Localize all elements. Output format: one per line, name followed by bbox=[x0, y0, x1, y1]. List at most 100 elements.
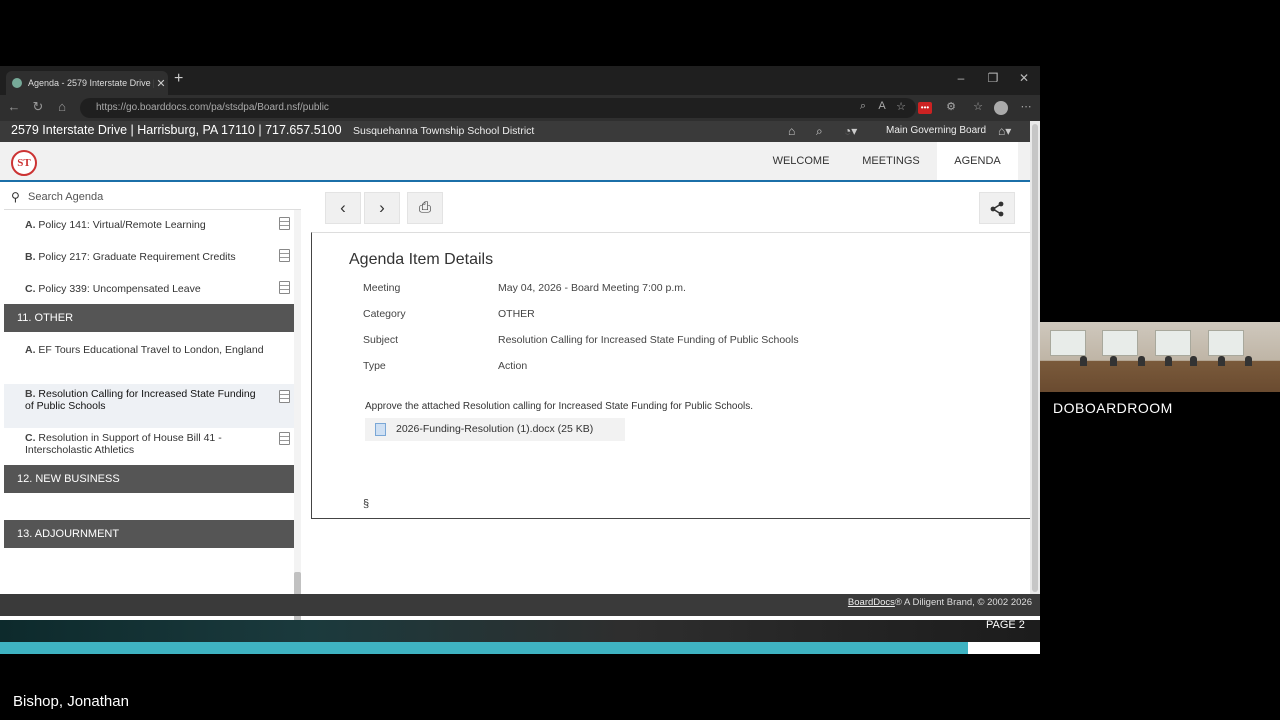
person bbox=[1138, 356, 1145, 366]
item-letter: C. bbox=[25, 432, 36, 444]
district-logo[interactable]: ST bbox=[11, 150, 37, 176]
agenda-sidebar: ⚲ Search Agenda A. Policy 141: Virtual/R… bbox=[4, 184, 301, 652]
camera-window bbox=[1050, 330, 1086, 356]
page-scrollbar-thumb[interactable] bbox=[1032, 124, 1038, 592]
agenda-item-details: Agenda Item Details Meeting May 04, 2026… bbox=[311, 232, 1031, 519]
profile-avatar-icon[interactable] bbox=[994, 101, 1008, 115]
attachment-name: 2026-Funding-Resolution (1).docx (25 KB) bbox=[396, 423, 594, 435]
main-nav: ST WELCOME MEETINGS AGENDA bbox=[0, 142, 1040, 182]
section-header[interactable]: 13. ADJOURNMENT bbox=[4, 520, 294, 548]
item-label: Policy 141: Virtual/Remote Learning bbox=[38, 219, 206, 231]
district-address: 2579 Interstate Drive | Harrisburg, PA 1… bbox=[11, 123, 342, 137]
section-header[interactable]: 11. OTHER bbox=[4, 304, 294, 332]
home-icon[interactable]: ⌂ bbox=[54, 99, 70, 114]
item-letter: B. bbox=[25, 251, 36, 263]
nav-meetings[interactable]: MEETINGS bbox=[855, 142, 927, 180]
camera-window bbox=[1155, 330, 1191, 356]
more-menu-icon[interactable]: ⋯ bbox=[1018, 100, 1034, 113]
tab-title: Agenda - 2579 Interstate Drive | H bbox=[28, 78, 154, 88]
field-value: OTHER bbox=[498, 308, 535, 320]
extension-icon[interactable]: ••• bbox=[918, 102, 932, 114]
extensions-puzzle-icon[interactable]: ⚙ bbox=[943, 100, 959, 113]
section-symbol: § bbox=[363, 498, 370, 510]
person bbox=[1245, 356, 1252, 366]
favorite-star-icon[interactable]: ☆ bbox=[893, 100, 909, 113]
document-icon[interactable] bbox=[279, 390, 290, 403]
footer-copyright: ® A Diligent Brand, © 2002 2026 bbox=[894, 597, 1032, 608]
sidebar-scrollbar[interactable] bbox=[294, 210, 301, 594]
boarddocs-top-strip: 2579 Interstate Drive | Harrisburg, PA 1… bbox=[0, 121, 1040, 142]
agenda-item[interactable]: C. Resolution in Support of House Bill 4… bbox=[4, 432, 294, 456]
next-item-button[interactable]: › bbox=[364, 192, 400, 224]
item-label: Resolution Calling for Increased State F… bbox=[25, 388, 256, 412]
video-bottom-strip bbox=[0, 620, 1040, 642]
minimize-button[interactable]: – bbox=[951, 71, 971, 85]
document-icon[interactable] bbox=[279, 217, 290, 230]
item-letter: A. bbox=[25, 344, 36, 356]
favorites-icon[interactable]: ☆ bbox=[970, 100, 986, 113]
agenda-item[interactable]: A. Policy 141: Virtual/Remote Learning bbox=[4, 217, 294, 231]
search-agenda-input[interactable]: ⚲ Search Agenda bbox=[4, 184, 301, 210]
back-icon[interactable]: ← bbox=[6, 99, 22, 114]
item-letter: A. bbox=[25, 219, 36, 231]
page-label: PAGE 2 bbox=[986, 619, 1025, 631]
agenda-item[interactable]: A. EF Tours Educational Travel to London… bbox=[4, 344, 294, 356]
field-value: Resolution Calling for Increased State F… bbox=[498, 334, 799, 346]
speaker-name: Bishop, Jonathan bbox=[13, 693, 129, 710]
nav-agenda[interactable]: AGENDA bbox=[937, 142, 1018, 180]
tab-close-icon[interactable]: ✕ bbox=[154, 77, 168, 90]
progress-bar bbox=[0, 642, 968, 654]
tab-bar: Agenda - 2579 Interstate Drive | H ✕ + –… bbox=[0, 66, 1040, 95]
print-button[interactable]: ⎙ bbox=[407, 192, 443, 224]
agenda-item[interactable]: B. Policy 217: Graduate Requirement Cred… bbox=[4, 249, 294, 263]
document-icon[interactable] bbox=[279, 432, 290, 445]
previous-item-button[interactable]: ‹ bbox=[325, 192, 361, 224]
browser-tab[interactable]: Agenda - 2579 Interstate Drive | H ✕ bbox=[6, 71, 168, 95]
share-button[interactable] bbox=[979, 192, 1015, 224]
person bbox=[1165, 356, 1172, 366]
nav-welcome[interactable]: WELCOME bbox=[766, 142, 836, 180]
camera-feed bbox=[1040, 322, 1280, 392]
board-selector[interactable]: Main Governing Board bbox=[886, 125, 986, 136]
camera-window bbox=[1208, 330, 1244, 356]
person bbox=[1190, 356, 1197, 366]
url-field[interactable]: https://go.boarddocs.com/pa/stsdpa/Board… bbox=[80, 98, 916, 118]
maximize-button[interactable]: ❐ bbox=[983, 71, 1003, 85]
boarddocs-link[interactable]: BoardDocs bbox=[848, 597, 895, 608]
favicon-icon bbox=[12, 78, 22, 88]
document-icon[interactable] bbox=[279, 249, 290, 262]
zoom-icon[interactable]: ⌕ bbox=[855, 100, 871, 113]
attachment-link[interactable]: 2026-Funding-Resolution (1).docx (25 KB) bbox=[365, 418, 625, 441]
section-header[interactable]: 12. NEW BUSINESS bbox=[4, 465, 294, 493]
address-bar: ← ↻ ⌂ https://go.boarddocs.com/pa/stsdpa… bbox=[0, 95, 1040, 121]
agenda-item-selected[interactable]: B. Resolution Calling for Increased Stat… bbox=[4, 384, 294, 428]
bank-icon[interactable]: ⌂▾ bbox=[998, 124, 1011, 138]
district-name: Susquehanna Township School District bbox=[353, 125, 535, 137]
item-label: Policy 217: Graduate Requirement Credits bbox=[38, 251, 236, 263]
camera-window bbox=[1102, 330, 1138, 356]
read-aloud-icon[interactable]: A bbox=[874, 100, 890, 112]
user-icon[interactable]: ◔▾ bbox=[844, 124, 857, 138]
document-icon[interactable] bbox=[279, 281, 290, 294]
person bbox=[1110, 356, 1117, 366]
item-label: EF Tours Educational Travel to London, E… bbox=[38, 344, 264, 356]
agenda-item[interactable]: C. Policy 339: Uncompensated Leave bbox=[4, 281, 294, 295]
item-description: Approve the attached Resolution calling … bbox=[365, 401, 754, 412]
item-label: Policy 339: Uncompensated Leave bbox=[38, 283, 201, 295]
search-icon: ⚲ bbox=[11, 190, 20, 204]
home-icon[interactable]: ⌂ bbox=[788, 124, 795, 138]
new-tab-button[interactable]: + bbox=[174, 70, 183, 88]
camera-label: DOBOARDROOM bbox=[1053, 400, 1173, 416]
reload-icon[interactable]: ↻ bbox=[30, 99, 46, 115]
field-label: Type bbox=[363, 360, 386, 372]
search-placeholder: Search Agenda bbox=[28, 191, 104, 203]
field-label: Category bbox=[363, 308, 406, 320]
field-label: Meeting bbox=[363, 282, 401, 294]
share-icon bbox=[990, 201, 1004, 217]
search-icon[interactable]: ⌕ bbox=[816, 124, 823, 139]
progress-bar-end bbox=[968, 642, 1040, 654]
close-window-button[interactable]: ✕ bbox=[1014, 71, 1034, 85]
boarddocs-footer: BoardDocs® A Diligent Brand, © 2002 2026 bbox=[0, 594, 1040, 616]
item-letter: C. bbox=[25, 283, 36, 295]
person bbox=[1218, 356, 1225, 366]
